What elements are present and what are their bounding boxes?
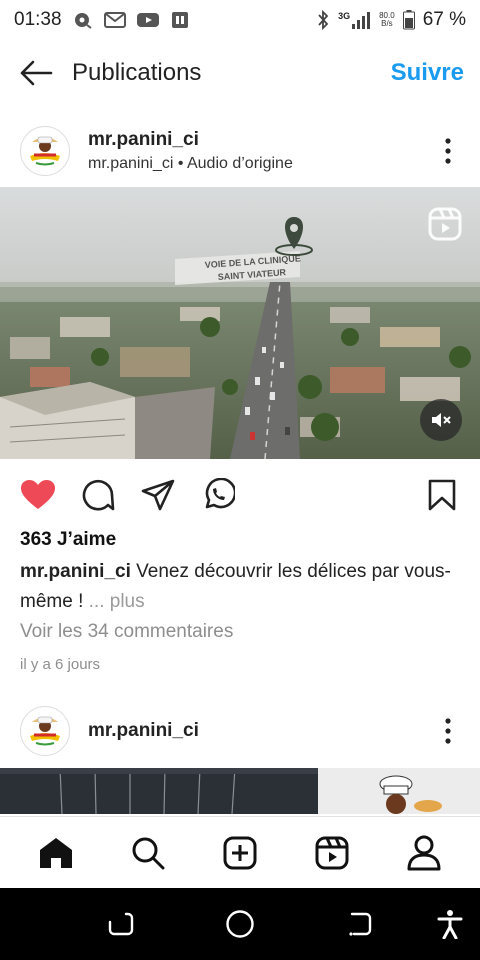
post-header: mr.panini_ci mr.panini_ci • Audio d’orig… xyxy=(0,118,480,184)
whatsapp-icon xyxy=(205,478,235,509)
post2-media[interactable] xyxy=(0,768,480,814)
post2-header: mr.panini_ci xyxy=(0,698,480,764)
nav-search[interactable] xyxy=(124,829,172,877)
arrow-left-icon xyxy=(20,60,53,86)
bottom-nav xyxy=(0,816,480,888)
mute-button[interactable] xyxy=(420,399,462,441)
back-button[interactable] xyxy=(16,53,56,93)
post2-username[interactable]: mr.panini_ci xyxy=(88,720,199,742)
app-icon xyxy=(170,11,190,29)
follow-button[interactable]: Suivre xyxy=(391,59,464,87)
avatar[interactable] xyxy=(20,126,70,176)
avatar[interactable] xyxy=(20,706,70,756)
view-comments-link[interactable]: Voir les 34 commentaires xyxy=(20,621,233,643)
post-audio-subline[interactable]: mr.panini_ci • Audio d’origine xyxy=(88,155,293,173)
more-vertical-icon xyxy=(445,138,451,164)
network-type: 3G xyxy=(338,11,351,21)
post2-media-right xyxy=(318,768,480,814)
save-button[interactable] xyxy=(424,477,460,513)
share-button[interactable] xyxy=(140,477,176,513)
post-options-button[interactable] xyxy=(436,136,460,166)
battery-percent: 67 % xyxy=(422,9,466,30)
reels-icon xyxy=(315,836,349,869)
profile-icon xyxy=(407,835,441,870)
post-timestamp: il y a 6 jours xyxy=(20,656,101,673)
nav-create[interactable] xyxy=(216,829,264,877)
brand-logo-icon xyxy=(23,129,67,173)
signal-icon: 3G xyxy=(338,11,371,29)
create-icon xyxy=(223,836,257,869)
caption-username[interactable]: mr.panini_ci xyxy=(20,561,131,582)
heart-icon xyxy=(21,480,55,509)
post-media[interactable]: VOIE DE LA CLINIQUE SAINT VIATEUR xyxy=(0,187,480,459)
reels-badge xyxy=(428,207,462,246)
home-icon xyxy=(40,837,72,868)
system-nav-bar xyxy=(0,888,480,960)
notification-icon xyxy=(72,11,94,29)
recent-apps-icon xyxy=(108,912,134,936)
net-speed: 80.0 B/s xyxy=(379,12,395,28)
gmail-icon xyxy=(103,11,126,29)
youtube-icon xyxy=(136,11,160,29)
like-button[interactable] xyxy=(20,477,56,513)
accessibility-button[interactable] xyxy=(434,908,466,940)
nav-profile[interactable] xyxy=(400,829,448,877)
bluetooth-icon xyxy=(316,10,330,30)
search-icon xyxy=(132,837,165,869)
likes-count[interactable]: 363 J’aime xyxy=(20,529,116,551)
status-time: 01:38 xyxy=(14,9,62,30)
post-username[interactable]: mr.panini_ci xyxy=(88,129,293,151)
status-bar: 01:38 3G 80.0 B/s 67 % xyxy=(0,0,480,40)
post-actions xyxy=(0,470,480,520)
aerial-city-image: VOIE DE LA CLINIQUE SAINT VIATEUR xyxy=(0,187,480,459)
speaker-muted-icon xyxy=(432,413,451,427)
chef-mascot-icon xyxy=(318,768,480,814)
share-icon xyxy=(141,479,175,511)
whatsapp-share-button[interactable] xyxy=(200,477,236,513)
accessibility-icon xyxy=(437,910,463,939)
battery-icon xyxy=(402,10,415,30)
more-vertical-icon xyxy=(445,718,451,744)
home-system-button[interactable] xyxy=(224,908,256,940)
back-gesture-icon xyxy=(349,912,372,936)
recent-apps-button[interactable] xyxy=(104,908,136,940)
back-system-button[interactable] xyxy=(344,908,376,940)
page-title: Publications xyxy=(72,59,202,86)
caption-more-link[interactable]: ... plus xyxy=(89,591,145,612)
comment-button[interactable] xyxy=(80,477,116,513)
bookmark-icon xyxy=(428,479,456,511)
circle-home-icon xyxy=(226,910,254,938)
post2-media-left xyxy=(0,768,318,814)
app-header: Publications Suivre xyxy=(0,46,480,100)
nav-home[interactable] xyxy=(32,829,80,877)
nav-reels[interactable] xyxy=(308,829,356,877)
post2-options-button[interactable] xyxy=(436,716,460,746)
brand-logo-icon xyxy=(23,709,67,753)
reels-icon xyxy=(428,207,462,241)
comment-icon xyxy=(82,479,115,511)
post-caption: mr.panini_ci Venez découvrir les délices… xyxy=(20,557,460,617)
net-speed-unit: B/s xyxy=(381,19,393,28)
